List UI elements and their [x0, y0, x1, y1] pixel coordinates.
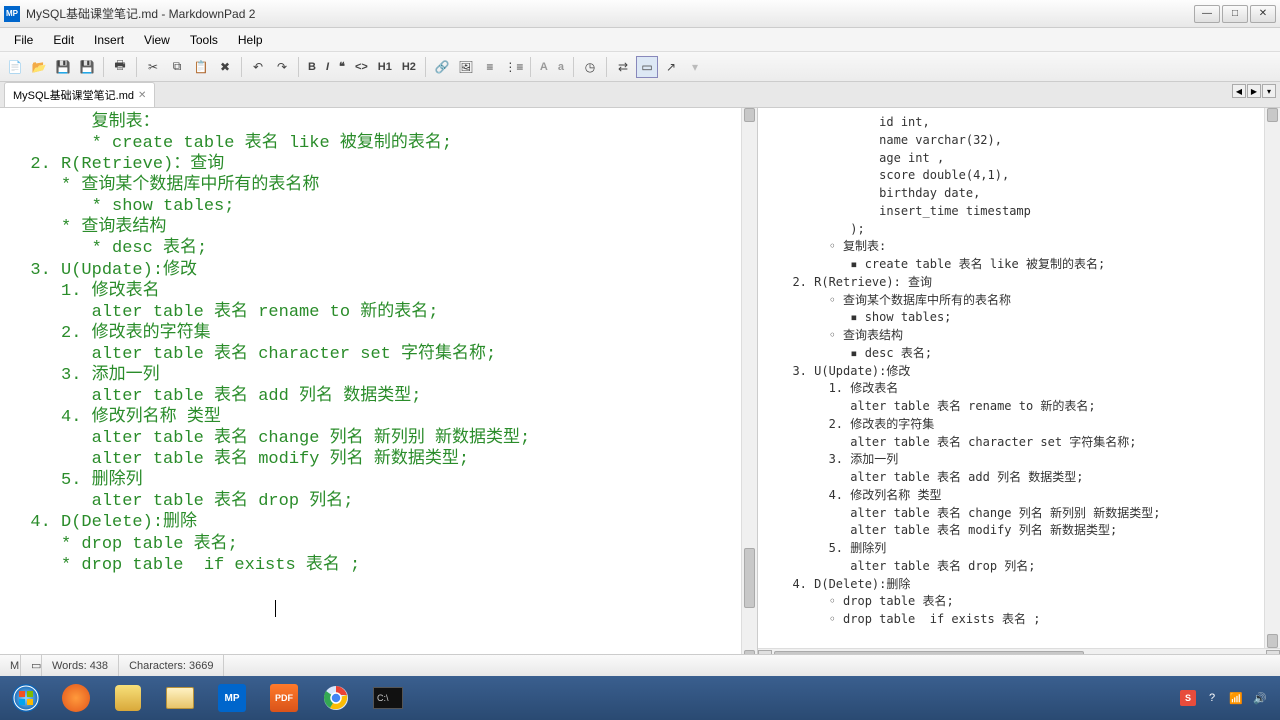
app-icon: MP	[4, 6, 20, 22]
editor-pane: 复制表： * create table 表名 like 被复制的表名; 2. R…	[0, 108, 758, 664]
window-title: MySQL基础课堂笔记.md - MarkdownPad 2	[26, 5, 1194, 22]
menu-insert[interactable]: Insert	[84, 31, 134, 49]
volume-icon[interactable]: 🔊	[1252, 690, 1268, 706]
menu-tools[interactable]: Tools	[180, 31, 228, 49]
save-icon[interactable]: 💾	[52, 56, 74, 78]
scroll-arrow-up-icon[interactable]	[744, 108, 755, 122]
title-bar: MP MySQL基础课堂笔记.md - MarkdownPad 2 — □ ✕	[0, 0, 1280, 28]
tab-nav-right-icon[interactable]: ▶	[1247, 84, 1261, 98]
cut-icon[interactable]: ✂	[142, 56, 164, 78]
bold-button[interactable]: B	[304, 56, 320, 78]
minimize-button[interactable]: —	[1194, 5, 1220, 23]
open-folder-icon[interactable]: 📂	[28, 56, 50, 78]
link-icon[interactable]: 🔗	[431, 56, 453, 78]
close-button[interactable]: ✕	[1250, 5, 1276, 23]
start-button[interactable]	[4, 679, 48, 717]
h1-button[interactable]: H1	[374, 56, 396, 78]
save-all-icon[interactable]: 💾	[76, 56, 98, 78]
redo-icon[interactable]: ↷	[271, 56, 293, 78]
toolbar: 📄 📂 💾 💾 🖶 ✂ ⧉ 📋 ✖ ↶ ↷ B I ❝ <> H1 H2 🔗 🖼…	[0, 52, 1280, 82]
image-icon[interactable]: 🖼	[455, 56, 477, 78]
main-area: 复制表： * create table 表名 like 被复制的表名; 2. R…	[0, 108, 1280, 664]
editor-textarea[interactable]: 复制表： * create table 表名 like 被复制的表名; 2. R…	[0, 108, 757, 664]
help-icon[interactable]: ?	[1204, 690, 1220, 706]
word-count: Words: 438	[42, 655, 119, 676]
book-icon: ▭	[21, 655, 42, 676]
tab-nav-left-icon[interactable]: ◀	[1232, 84, 1246, 98]
uppercase-button[interactable]: A	[536, 56, 552, 78]
preview-toggle-icon[interactable]: ▭	[636, 56, 658, 78]
ul-icon[interactable]: ≡	[479, 56, 501, 78]
italic-button[interactable]: I	[322, 56, 333, 78]
taskbar-app-explorer[interactable]	[156, 679, 204, 717]
lowercase-button[interactable]: a	[554, 56, 568, 78]
system-tray: S ? 📶 🔊	[1180, 690, 1276, 706]
scroll-thumb[interactable]	[744, 548, 755, 608]
status-bar: M ▭ Words: 438 Characters: 3669	[0, 654, 1280, 676]
toggle-icon[interactable]: ⇄	[612, 56, 634, 78]
tab-close-icon[interactable]: ✕	[138, 90, 146, 101]
maximize-button[interactable]: □	[1222, 5, 1248, 23]
export-icon[interactable]: ↗	[660, 56, 682, 78]
menu-view[interactable]: View	[134, 31, 180, 49]
new-file-icon[interactable]: 📄	[4, 56, 26, 78]
menu-help[interactable]: Help	[228, 31, 273, 49]
paste-icon[interactable]: 📋	[190, 56, 212, 78]
taskbar-app-markdownpad[interactable]: MP	[208, 679, 256, 717]
ol-icon[interactable]: ⋮≡	[503, 56, 525, 78]
tab-label: MySQL基础课堂笔记.md	[13, 87, 134, 103]
taskbar-app-chrome[interactable]	[312, 679, 360, 717]
menu-file[interactable]: File	[4, 31, 43, 49]
preview-pane: id int, name varchar(32), age int , scor…	[758, 108, 1280, 664]
quote-button[interactable]: ❝	[335, 56, 349, 78]
code-button[interactable]: <>	[351, 56, 372, 78]
taskbar-app-media[interactable]	[52, 679, 100, 717]
document-tab[interactable]: MySQL基础课堂笔记.md ✕	[4, 82, 155, 107]
scroll-arrow-down-icon[interactable]	[1267, 634, 1278, 648]
print-icon[interactable]: 🖶	[109, 56, 131, 78]
text-cursor	[275, 600, 276, 617]
windows-taskbar: MP PDF C:\ S ? 📶 🔊	[0, 676, 1280, 720]
timestamp-icon[interactable]: ◷	[579, 56, 601, 78]
taskbar-app-paint[interactable]	[104, 679, 152, 717]
preview-content: id int, name varchar(32), age int , scor…	[758, 108, 1280, 648]
tab-nav-menu-icon[interactable]: ▾	[1262, 84, 1276, 98]
editor-vertical-scrollbar[interactable]	[741, 108, 757, 664]
preview-vertical-scrollbar[interactable]	[1264, 108, 1280, 648]
more-icon[interactable]: ▾	[684, 56, 706, 78]
h2-button[interactable]: H2	[398, 56, 420, 78]
char-count: Characters: 3669	[119, 655, 224, 676]
menu-edit[interactable]: Edit	[43, 31, 84, 49]
scroll-arrow-up-icon[interactable]	[1267, 108, 1278, 122]
taskbar-app-pdf[interactable]: PDF	[260, 679, 308, 717]
menu-bar: File Edit Insert View Tools Help	[0, 28, 1280, 52]
markdown-icon: M	[0, 655, 21, 676]
taskbar-app-terminal[interactable]: C:\	[364, 679, 412, 717]
network-icon[interactable]: 📶	[1228, 690, 1244, 706]
undo-icon[interactable]: ↶	[247, 56, 269, 78]
delete-icon[interactable]: ✖	[214, 56, 236, 78]
tab-strip: MySQL基础课堂笔记.md ✕	[0, 82, 1280, 108]
copy-icon[interactable]: ⧉	[166, 56, 188, 78]
ime-icon[interactable]: S	[1180, 690, 1196, 706]
